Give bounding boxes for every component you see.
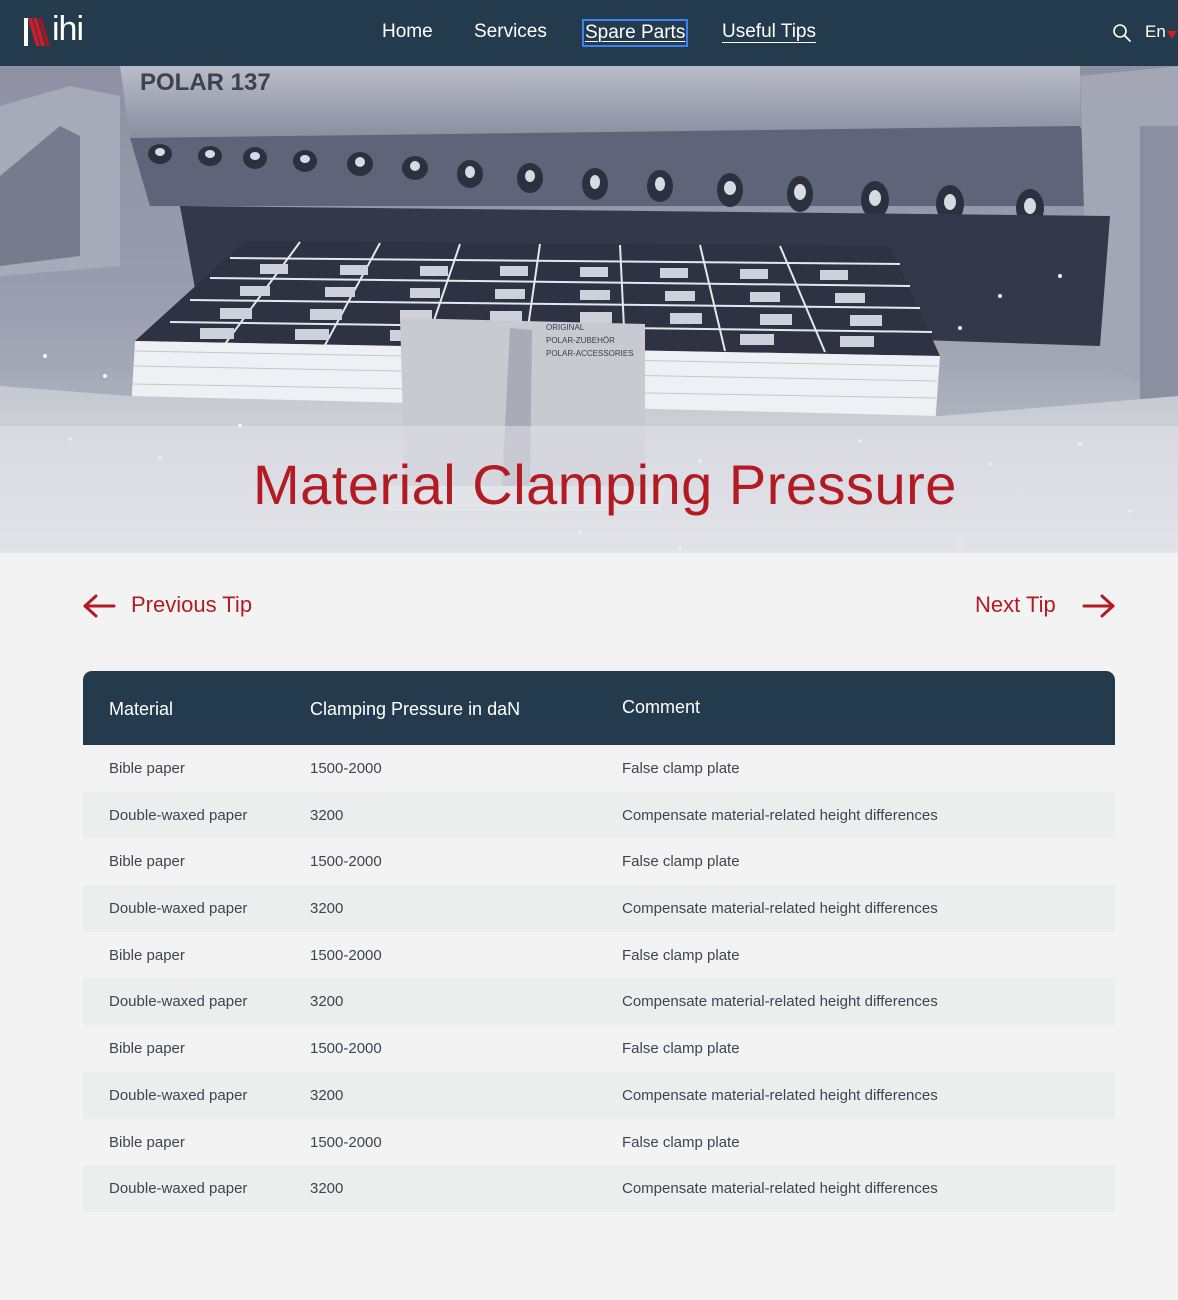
table-header: Material Clamping Pressure in daN Commen…	[83, 671, 1115, 745]
nav-home[interactable]: Home	[382, 20, 433, 44]
cell-pressure: 3200	[310, 806, 344, 824]
cell-comment: Compensate material-related height diffe…	[622, 1086, 938, 1104]
table-row: Double-waxed paper 3200 Compensate materia…	[83, 1165, 1115, 1212]
cell-pressure: 1500-2000	[310, 1040, 382, 1058]
plate-line-3: POLAR-ACCESSORIES	[546, 349, 634, 358]
clamping-pressure-table: Material Clamping Pressure in daN Commen…	[83, 671, 1115, 1212]
cell-comment: False clamp plate	[622, 760, 740, 777]
column-header-pressure: Clamping Pressure in daN	[310, 699, 521, 719]
language-selector[interactable]: En	[1145, 22, 1166, 42]
cell-pressure: 3200	[310, 1086, 344, 1104]
table-row: Double-waxed paper 3200 Compensate materia…	[83, 791, 1115, 839]
previous-tip-label: Previous Tip	[131, 592, 253, 617]
cell-comment: Compensate material-related height diffe…	[622, 900, 938, 918]
column-header-comment: Comment	[622, 697, 701, 717]
nav-spare-parts[interactable]: Spare Parts	[582, 19, 689, 47]
table-row: Double-waxed paper 3200 Compensate materia…	[83, 885, 1115, 932]
cell-pressure: 3200	[310, 993, 344, 1011]
chevron-down-icon[interactable]	[1167, 31, 1177, 39]
cell-material: Bible paper	[109, 946, 185, 964]
cell-material: Bible paper	[109, 760, 185, 777]
cell-material: Double-waxed paper	[109, 806, 248, 824]
table-row: Bible paper 1500-2000 False clamp plate	[83, 932, 1115, 979]
cell-pressure: 3200	[310, 1180, 344, 1198]
nav-services[interactable]: Services	[474, 20, 547, 44]
cell-material: Double-waxed paper	[109, 1180, 248, 1198]
cell-comment: Compensate material-related height diffe…	[622, 806, 938, 824]
cell-material: Double-waxed paper	[109, 993, 248, 1011]
cell-pressure: 1500-2000	[310, 853, 382, 871]
column-header-material: Material	[109, 699, 174, 719]
cell-material: Double-waxed paper	[109, 900, 248, 918]
search-icon[interactable]	[1112, 23, 1132, 43]
table-row: Bible paper 1500-2000 False clamp plate	[83, 1025, 1115, 1072]
cell-pressure: 1500-2000	[310, 760, 382, 777]
table-row: Double-waxed paper 3200 Compensate materia…	[83, 978, 1115, 1026]
table-row: Bible paper 1500-2000 False clamp plate	[83, 1119, 1115, 1166]
table-row: Bible paper 1500-2000 False clamp plate	[83, 745, 1115, 792]
table-body: Bible paper 1500-2000 False clamp plate Dou…	[83, 745, 1115, 1212]
next-tip-label: Next Tip	[975, 592, 1056, 617]
table-row: Bible paper 1500-2000 False clamp plate	[83, 838, 1115, 885]
plate-line-2: POLAR-ZUBEHÖR	[546, 336, 615, 345]
table-row: Double-waxed paper 3200 Compensate materia…	[83, 1071, 1115, 1119]
top-navbar: ihi Home Services Spare Parts Useful Tip…	[0, 0, 1178, 66]
cell-comment: Compensate material-related height diffe…	[622, 1180, 938, 1198]
page-title: Material Clamping Pressure	[253, 453, 957, 516]
hero-banner: POLAR 137 ORIGINAL POLAR-ZUBEHÖR POLAR-A…	[0, 66, 1178, 553]
cell-pressure: 1500-2000	[310, 946, 382, 964]
cell-comment: False clamp plate	[622, 853, 740, 871]
cell-comment: False clamp plate	[622, 1040, 740, 1058]
machine-label: POLAR 137	[140, 69, 271, 96]
cell-material: Double-waxed paper	[109, 1086, 248, 1104]
cell-comment: False clamp plate	[622, 946, 740, 964]
cell-material: Bible paper	[109, 1040, 185, 1058]
cell-comment: Compensate material-related height diffe…	[622, 993, 938, 1011]
arrow-left-icon	[83, 594, 116, 618]
main-nav: Home Services Spare Parts Useful Tips	[0, 19, 1178, 47]
cell-pressure: 3200	[310, 900, 344, 918]
plate-line-1: ORIGINAL	[546, 323, 585, 332]
cell-pressure: 1500-2000	[310, 1133, 382, 1151]
cell-comment: False clamp plate	[622, 1133, 740, 1151]
nav-useful-tips[interactable]: Useful Tips	[722, 20, 816, 44]
cell-material: Bible paper	[109, 853, 185, 871]
arrow-right-icon	[1082, 594, 1115, 618]
cell-material: Bible paper	[109, 1133, 185, 1151]
